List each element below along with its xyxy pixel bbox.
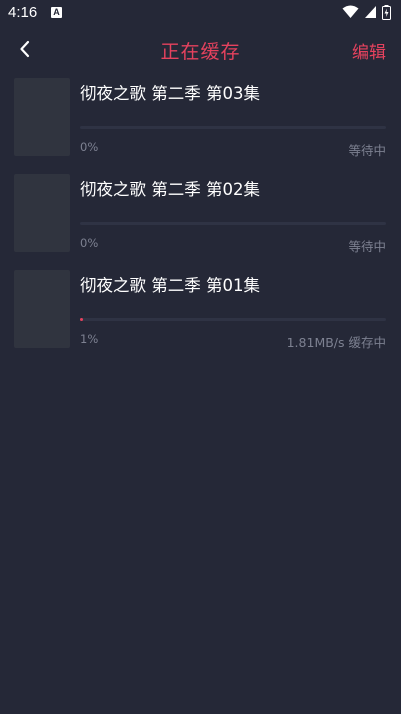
status-label: 1.81MB/s 缓存中 bbox=[286, 335, 386, 350]
page-title: 正在缓存 bbox=[160, 41, 241, 63]
signal-icon bbox=[365, 6, 376, 18]
progress-fill bbox=[80, 318, 84, 321]
status-label: 等待中 bbox=[348, 239, 386, 254]
download-item[interactable]: 彻夜之歌 第二季 第01集 1% 1.81MB/s 缓存中 bbox=[0, 270, 401, 366]
wifi-icon bbox=[342, 5, 359, 18]
download-item[interactable]: 彻夜之歌 第二季 第02集 0% 等待中 bbox=[0, 174, 401, 270]
percent-label: 0% bbox=[80, 236, 99, 250]
progress-bar bbox=[80, 126, 386, 129]
app-notification-letter: A bbox=[53, 7, 60, 17]
episode-title: 彻夜之歌 第二季 第01集 bbox=[80, 276, 260, 295]
progress-bar bbox=[80, 222, 386, 225]
percent-label: 0% bbox=[80, 140, 99, 154]
status-label: 等待中 bbox=[348, 143, 386, 158]
download-item[interactable]: 彻夜之歌 第二季 第03集 0% 等待中 bbox=[0, 78, 401, 174]
download-list: 彻夜之歌 第二季 第03集 0% 等待中 彻夜之歌 第二季 第02集 0% 等待… bbox=[0, 78, 401, 366]
episode-thumbnail bbox=[14, 270, 70, 348]
percent-label: 1% bbox=[80, 332, 99, 346]
episode-title: 彻夜之歌 第二季 第02集 bbox=[80, 180, 260, 199]
header: 正在缓存 编辑 bbox=[0, 30, 401, 68]
status-bar: 4:16 A bbox=[0, 0, 401, 28]
app-notification-icon: A bbox=[51, 7, 62, 18]
episode-thumbnail bbox=[14, 174, 70, 252]
episode-thumbnail bbox=[14, 78, 70, 156]
episode-title: 彻夜之歌 第二季 第03集 bbox=[80, 84, 260, 103]
progress-bar bbox=[80, 318, 386, 321]
status-time: 4:16 bbox=[8, 4, 38, 21]
edit-button[interactable]: 编辑 bbox=[352, 38, 386, 63]
battery-charging-icon bbox=[382, 5, 391, 20]
status-icons bbox=[337, 5, 391, 21]
